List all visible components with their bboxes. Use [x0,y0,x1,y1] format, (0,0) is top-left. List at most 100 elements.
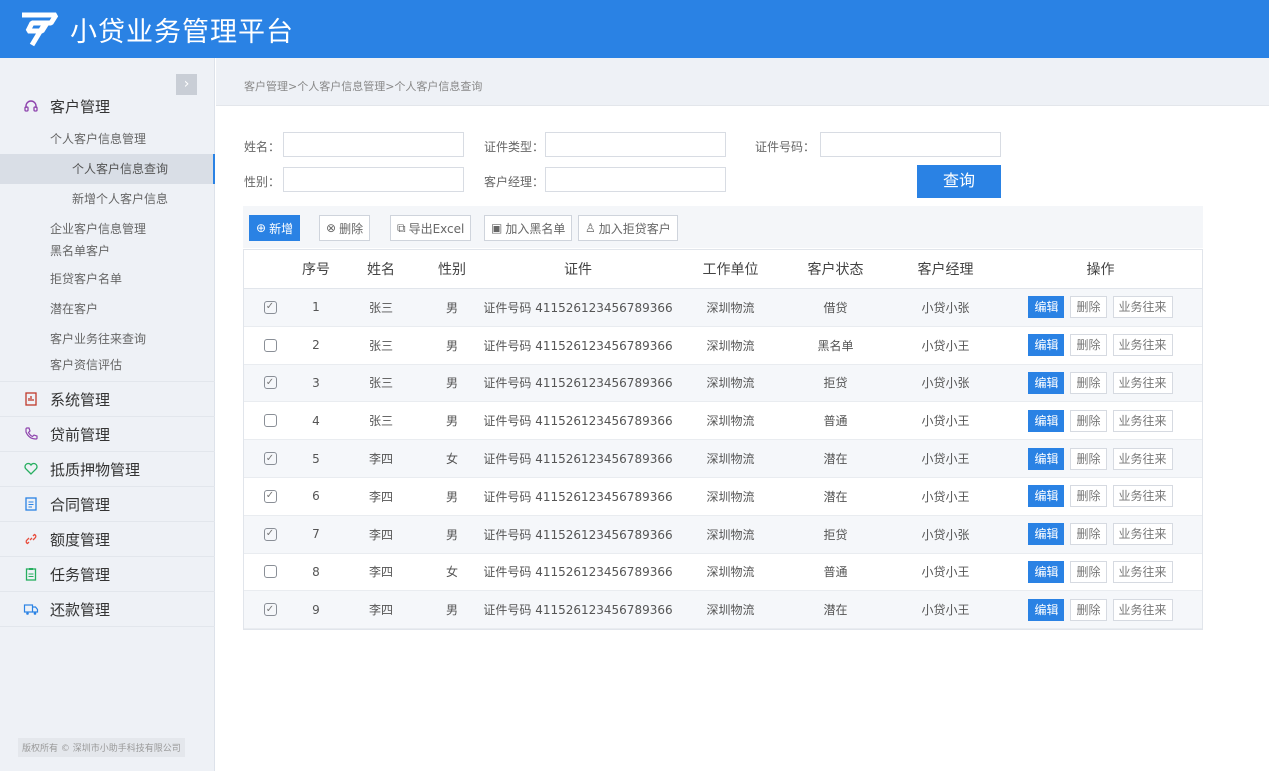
business-button[interactable]: 业务往来 [1112,485,1173,508]
add-button[interactable]: ⊕ 新增 [249,215,301,241]
add-blacklist-button[interactable]: ▣ 加入黑名单 [484,215,573,241]
business-button[interactable]: 业务往来 [1112,409,1173,432]
header-id: 证件 [564,262,592,278]
row-delete-button[interactable]: 删除 [1070,371,1107,394]
sidebar-item-personal-add[interactable]: 新增个人客户信息 [0,184,215,214]
business-button[interactable]: 业务往来 [1112,560,1173,583]
business-button[interactable]: 业务往来 [1112,598,1173,621]
sidebar-item-blacklist[interactable]: 黑名单客户 [0,240,215,262]
cell-no: 4 [312,413,320,428]
row-checkbox-cell: ✓ [244,527,296,541]
query-button[interactable]: 查询 [917,165,1001,198]
sidebar-group-label: 合同管理 [50,495,111,514]
row-delete-button[interactable]: 删除 [1070,447,1107,470]
reject-label: 加入拒贷客户 [598,221,671,236]
business-button[interactable]: 业务往来 [1112,447,1173,470]
add-rejected-button[interactable]: ♙ 加入拒贷客户 [578,215,678,241]
sidebar-item-potential[interactable]: 潜在客户 [0,294,215,324]
edit-button[interactable]: 编辑 [1028,371,1065,394]
sidebar-group-quota[interactable]: 额度管理 [0,522,215,557]
sidebar-group-customer[interactable]: 客户管理 [0,88,215,124]
cell-operations: 编辑 删除 业务往来 [1003,598,1198,621]
row-delete-button[interactable]: 删除 [1070,485,1107,508]
cell-no: 2 [312,338,320,353]
edit-button[interactable]: 编辑 [1028,447,1065,470]
row-delete-button[interactable]: 删除 [1070,560,1107,583]
row-delete-button[interactable]: 删除 [1070,523,1107,546]
headset-icon [22,97,40,115]
edit-button[interactable]: 编辑 [1028,296,1065,319]
checkbox-unchecked[interactable] [263,414,277,428]
table-row: ✓ 1 张三 男 证件号码 411526123456789366 深圳物流 借贷 小贷小张 编辑… [244,289,1202,327]
delete-button[interactable]: ⊗ 删除 [319,215,371,241]
checkbox-unchecked[interactable] [263,338,277,352]
cell-id: 证件号码 411526123456789366 [483,414,673,429]
sidebar-item-rejected[interactable]: 拒贷客户名单 [0,264,215,294]
cell-unit: 深圳物流 [706,565,755,580]
cell-id: 证件号码 411526123456789366 [483,376,673,391]
name-input[interactable] [283,132,464,157]
id-type-label: 证件类型： [484,140,545,154]
business-button[interactable]: 业务往来 [1112,523,1173,546]
cell-status: 拒贷 [823,376,848,391]
table-row: 2 张三 男 证件号码 411526123456789366 深圳物流 黑名单 小贷小王 编辑… [244,327,1202,365]
cell-unit: 深圳物流 [706,489,755,504]
edit-button[interactable]: 编辑 [1028,334,1065,357]
copyright: 版权所有 © 深圳市小助手科技有限公司 [18,738,185,757]
edit-button[interactable]: 编辑 [1028,485,1065,508]
cell-name: 张三 [368,300,393,315]
table-body: ✓ 1 张三男证件号码 411526123456789366 深圳物流 借贷 小贷小张 编辑… [244,289,1202,630]
sidebar-group-system[interactable]: 系统管理 [0,382,215,417]
business-button[interactable]: 业务往来 [1112,296,1173,319]
export-excel-button[interactable]: ⧉ 导出Excel [390,215,472,241]
cell-no: 9 [312,602,320,617]
edit-button[interactable]: 编辑 [1028,523,1065,546]
business-button[interactable]: 业务往来 [1112,334,1173,357]
cell-unit: 深圳物流 [706,527,755,542]
cell-no: 7 [312,527,320,542]
id-no-input[interactable] [820,132,1001,157]
checkbox-checked[interactable]: ✓ [263,603,277,617]
business-button[interactable]: 业务往来 [1112,371,1173,394]
cell-manager: 小贷小张 [921,527,970,542]
row-delete-button[interactable]: 删除 [1070,409,1107,432]
edit-button[interactable]: 编辑 [1028,409,1065,432]
heart-icon [22,460,40,478]
sidebar-item-business-query[interactable]: 客户业务往来查询 [0,324,215,354]
edit-button[interactable]: 编辑 [1028,560,1065,583]
sex-input[interactable] [283,167,464,192]
edit-button[interactable]: 编辑 [1028,598,1065,621]
sidebar-group-task[interactable]: 任务管理 [0,557,215,592]
sidebar-group-preloan[interactable]: 贷前管理 [0,417,215,452]
app-title: 小贷业务管理平台 [70,16,294,48]
row-delete-button[interactable]: 删除 [1070,334,1107,357]
sidebar-group-label: 任务管理 [50,565,111,584]
sidebar-group-repayment[interactable]: 还款管理 [0,592,215,627]
cell-name: 张三 [368,376,393,391]
user-icon: ♙ [585,221,596,235]
sidebar-group-contract[interactable]: 合同管理 [0,487,215,522]
checkbox-checked[interactable]: ✓ [263,376,277,390]
checkbox-checked[interactable]: ✓ [263,489,277,503]
row-checkbox-cell [244,338,296,352]
sidebar-item-personal[interactable]: 个人客户信息管理 [0,124,215,154]
app-header: 小贷业务管理平台 [0,0,1269,58]
checkbox-checked[interactable]: ✓ [263,452,277,466]
row-delete-button[interactable]: 删除 [1070,598,1107,621]
checkbox-checked[interactable]: ✓ [263,527,277,541]
row-delete-button[interactable]: 删除 [1070,296,1107,319]
sidebar-item-credit-eval[interactable]: 客户资信评估 [0,354,215,382]
checkbox-unchecked[interactable] [263,565,277,579]
cell-unit: 深圳物流 [706,300,755,315]
sidebar-group-collateral[interactable]: 抵质押物管理 [0,452,215,487]
manager-input[interactable] [545,167,726,192]
cell-id: 证件号码 411526123456789366 [483,603,673,618]
cell-unit: 深圳物流 [706,414,755,429]
checkbox-checked[interactable]: ✓ [263,300,277,314]
task-icon [22,565,40,583]
sidebar-group-label: 抵质押物管理 [50,460,141,479]
cell-name: 李四 [368,527,393,542]
sidebar-item-personal-query[interactable]: 个人客户信息查询 [0,154,215,184]
id-type-input[interactable] [545,132,726,157]
sidebar-item-enterprise[interactable]: 企业客户信息管理 [0,218,215,240]
